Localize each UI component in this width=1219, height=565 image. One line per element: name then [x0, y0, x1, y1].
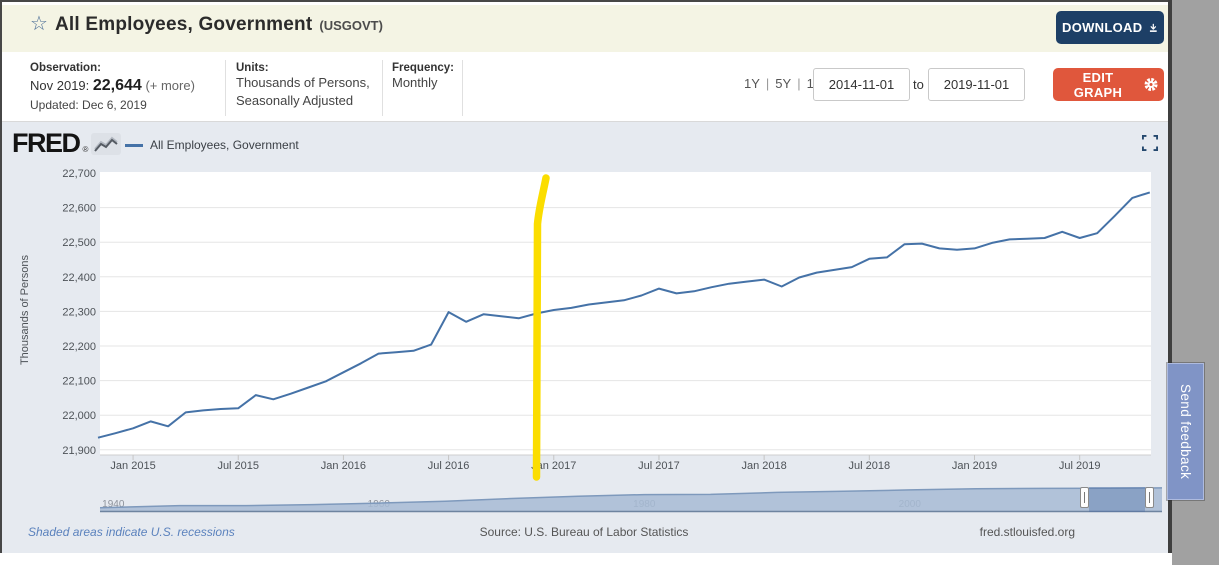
- frequency-column: Frequency: Monthly: [392, 62, 454, 92]
- site-link[interactable]: fred.stlouisfed.org: [935, 525, 1075, 539]
- legend-label: All Employees, Government: [150, 138, 299, 152]
- registered-mark: ®: [83, 145, 89, 154]
- fred-graph-page: ☆ All Employees, Government (USGOVT) DOW…: [0, 0, 1219, 565]
- date-to-label: to: [913, 77, 924, 92]
- info-divider: [462, 60, 463, 116]
- legend-line-swatch: [125, 144, 143, 147]
- edit-graph-label: EDIT GRAPH: [1059, 70, 1137, 100]
- window-border-left: [0, 0, 2, 553]
- observation-value-line: Nov 2019: 22,644 (+ more): [30, 77, 195, 95]
- fred-logo-text: FRED: [12, 130, 80, 156]
- window-border-top: [0, 0, 1172, 2]
- range-slider-right-handle[interactable]: [1145, 487, 1154, 508]
- units-line1: Thousands of Persons,: [236, 74, 370, 92]
- download-icon: [1149, 21, 1158, 35]
- end-date-input[interactable]: [928, 68, 1025, 101]
- units-line2: Seasonally Adjusted: [236, 92, 370, 110]
- info-divider: [225, 60, 226, 116]
- range-1y[interactable]: 1Y: [744, 76, 760, 91]
- date-range-slider[interactable]: [100, 486, 1163, 513]
- fred-sparkline-icon: [91, 133, 121, 155]
- send-feedback-label: Send feedback: [1178, 384, 1193, 479]
- observation-label: Observation:: [30, 62, 195, 74]
- observation-value: 22,644: [93, 77, 142, 94]
- observation-date: Nov 2019:: [30, 78, 93, 93]
- info-divider: [382, 60, 383, 116]
- download-button-label: DOWNLOAD: [1062, 20, 1142, 35]
- chart-legend: All Employees, Government: [125, 138, 299, 152]
- observation-more-link[interactable]: (+ more): [145, 78, 194, 93]
- title-row: All Employees, Government (USGOVT): [55, 14, 383, 36]
- series-id: (USGOVT): [319, 18, 383, 33]
- frequency-value: Monthly: [392, 74, 454, 92]
- edit-graph-button[interactable]: EDIT GRAPH: [1053, 68, 1164, 101]
- favorite-star-icon[interactable]: ☆: [30, 14, 48, 34]
- page-title: All Employees, Government: [55, 14, 312, 36]
- y-axis-title: Thousands of Persons: [19, 255, 31, 365]
- download-button[interactable]: DOWNLOAD: [1056, 11, 1164, 44]
- fullscreen-icon: [1142, 135, 1158, 151]
- gear-icon: [1144, 77, 1158, 92]
- fullscreen-button[interactable]: [1142, 135, 1158, 154]
- observation-updated: Updated: Dec 6, 2019: [30, 98, 195, 112]
- send-feedback-button[interactable]: Send feedback: [1167, 363, 1204, 500]
- fred-logo[interactable]: FRED ®: [12, 130, 121, 156]
- units-column: Units: Thousands of Persons, Seasonally …: [236, 62, 370, 109]
- chart-plot-area[interactable]: [100, 172, 1151, 455]
- units-label: Units:: [236, 62, 370, 74]
- start-date-input[interactable]: [813, 68, 910, 101]
- range-5y[interactable]: 5Y: [775, 76, 791, 91]
- range-slider-left-handle[interactable]: [1080, 487, 1089, 508]
- frequency-label: Frequency:: [392, 62, 454, 74]
- observation-column: Observation: Nov 2019: 22,644 (+ more) U…: [30, 62, 195, 112]
